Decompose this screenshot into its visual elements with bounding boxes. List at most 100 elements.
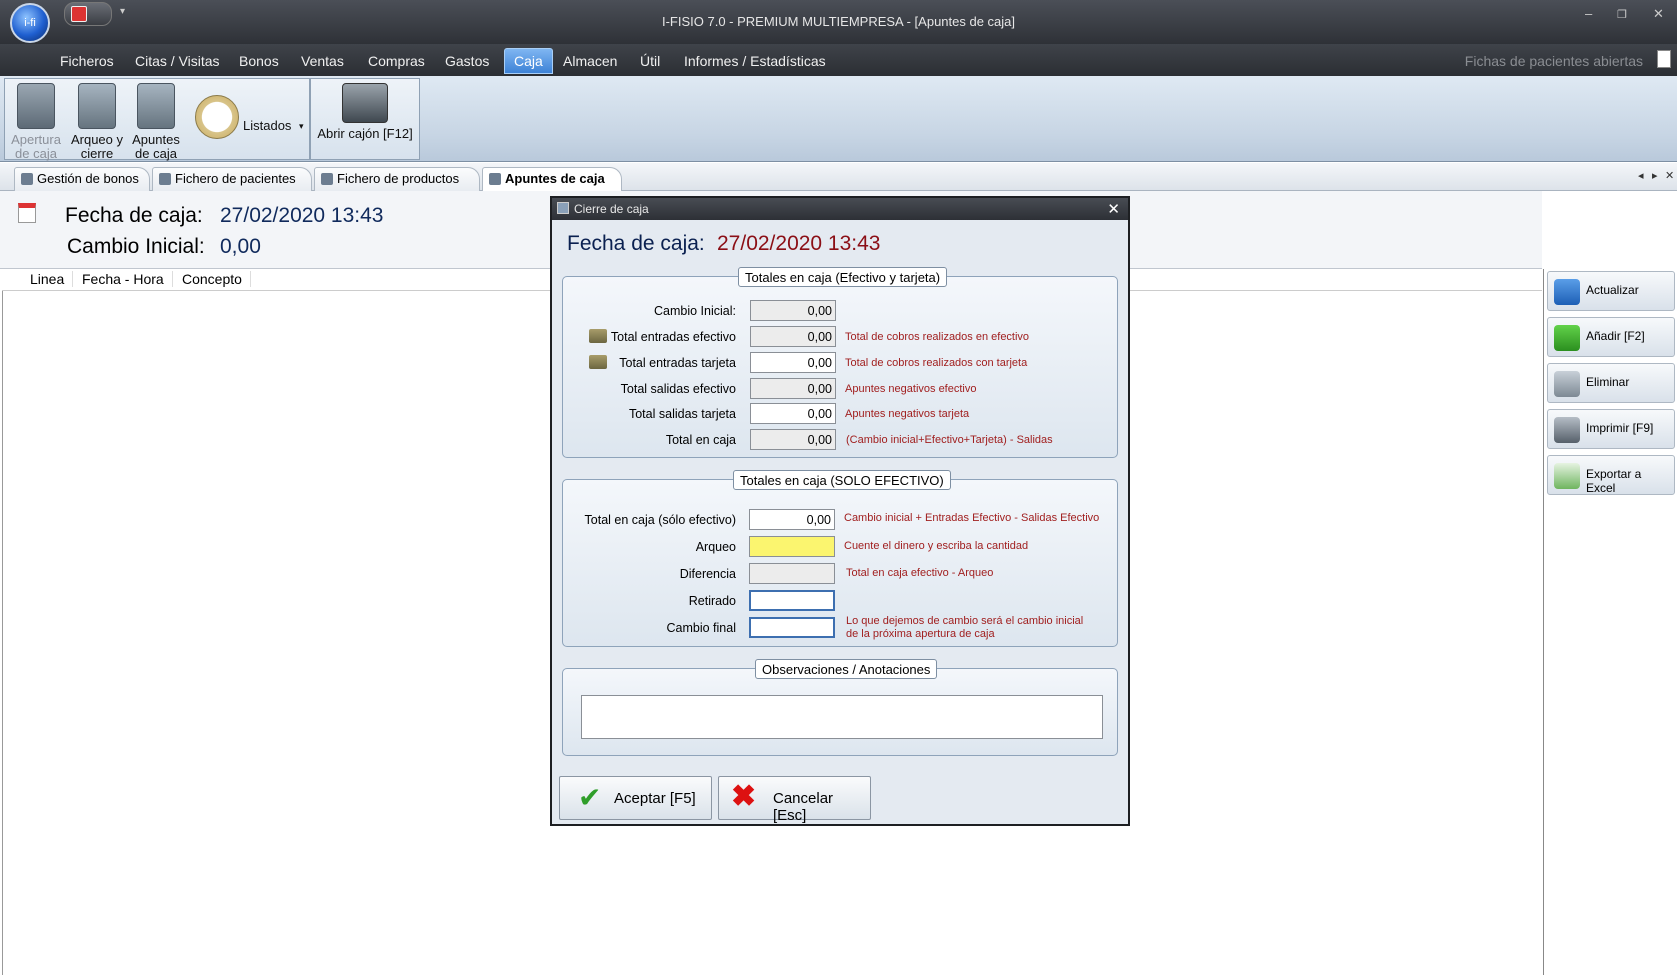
ribbon: Apertura de caja Arqueo y cierre Apuntes… xyxy=(0,76,1677,162)
menu-almacen[interactable]: Almacen xyxy=(563,53,617,69)
abrir-cajon-button[interactable]: Abrir cajón [F12] xyxy=(315,83,415,141)
menu-ventas[interactable]: Ventas xyxy=(301,53,344,69)
tab-fichero-pacientes[interactable]: Fichero de pacientes xyxy=(152,167,312,191)
tab-scroll-left-icon[interactable]: ◂ xyxy=(1638,169,1644,182)
tab-apuntes-caja[interactable]: Apuntes de caja xyxy=(482,167,622,191)
entradas-efectivo-label: Total entradas efectivo xyxy=(610,330,736,344)
add-icon xyxy=(1554,325,1580,351)
apertura-caja-label: Apertura de caja xyxy=(11,132,61,161)
dialog-close-icon[interactable]: ✕ xyxy=(1107,200,1120,218)
salidas-efectivo-hint: Apuntes negativos efectivo xyxy=(845,383,977,395)
apertura-caja-button[interactable]: Apertura de caja xyxy=(9,83,63,161)
entradas-tarjeta-field[interactable]: 0,00 xyxy=(750,352,836,373)
actualizar-label: Actualizar xyxy=(1586,283,1639,297)
refresh-icon xyxy=(1554,279,1580,305)
safe-check-icon xyxy=(78,83,116,129)
apuntes-caja-button[interactable]: Apuntes de caja xyxy=(129,83,183,161)
totales-efectivo-tarjeta-group: Totales en caja (Efectivo y tarjeta) Cam… xyxy=(562,267,1118,458)
group-legend: Totales en caja (Efectivo y tarjeta) xyxy=(738,267,948,287)
cambio-final-hint: Lo que dejemos de cambio será el cambio … xyxy=(846,615,1084,640)
salidas-tarjeta-hint: Apuntes negativos tarjeta xyxy=(845,408,970,420)
eliminar-button[interactable]: Eliminar xyxy=(1547,363,1675,403)
trash-icon xyxy=(1554,371,1580,397)
cash-register-icon xyxy=(342,83,388,123)
entradas-efectivo-hint: Total de cobros realizados en efectivo xyxy=(845,331,1030,343)
aceptar-button[interactable]: ✔ Aceptar [F5] xyxy=(559,776,712,820)
menu-informes[interactable]: Informes / Estadísticas xyxy=(684,53,826,69)
document-icon[interactable] xyxy=(1657,50,1671,68)
grid-border xyxy=(2,269,3,975)
fecha-caja-label: Fecha de caja: xyxy=(65,204,203,227)
retirado-label: Retirado xyxy=(688,594,736,608)
cierre-caja-dialog: Cierre de caja ✕ Fecha de caja: 27/02/20… xyxy=(550,196,1130,826)
close-window-icon[interactable]: ✕ xyxy=(1653,6,1664,22)
dialog-fecha-label: Fecha de caja: xyxy=(567,232,705,255)
cambio-inicial-field: 0,00 xyxy=(750,300,836,321)
total-caja-field: 0,00 xyxy=(750,429,836,450)
anadir-button[interactable]: Añadir [F2] xyxy=(1547,317,1675,357)
totales-solo-efectivo-group: Totales en caja (SOLO EFECTIVO) Total en… xyxy=(562,470,1118,647)
dialog-title-bar[interactable]: Cierre de caja ✕ xyxy=(552,198,1128,220)
check-icon: ✔ xyxy=(578,782,602,813)
tab-gestion-bonos[interactable]: Gestión de bonos xyxy=(14,167,150,191)
entradas-tarjeta-hint: Total de cobros realizados con tarjeta xyxy=(845,357,1028,369)
retirado-input[interactable] xyxy=(749,590,835,611)
restore-icon[interactable]: ❐ xyxy=(1617,8,1627,21)
salidas-efectivo-label: Total salidas efectivo xyxy=(620,382,736,396)
imprimir-label: Imprimir [F9] xyxy=(1586,421,1654,435)
cambio-final-input[interactable] xyxy=(749,617,835,638)
excel-icon xyxy=(1554,463,1580,489)
arqueo-input[interactable] xyxy=(749,536,835,557)
tab-fichero-productos[interactable]: Fichero de productos xyxy=(314,167,480,191)
exportar-excel-button[interactable]: Exportar a Excel xyxy=(1547,455,1675,495)
cambio-inicial-label: Cambio Inicial: xyxy=(654,304,736,318)
exportar-excel-label: Exportar a Excel xyxy=(1586,467,1642,495)
menu-bonos[interactable]: Bonos xyxy=(239,53,279,69)
ribbon-group-caja: Apertura de caja Arqueo y cierre Apuntes… xyxy=(4,78,310,161)
total-solo-efectivo-field: 0,00 xyxy=(749,509,835,530)
column-concepto[interactable]: Concepto xyxy=(182,271,251,287)
total-caja-label: Total en caja xyxy=(665,433,736,447)
menu-citas-visitas[interactable]: Citas / Visitas xyxy=(135,53,220,69)
actualizar-button[interactable]: Actualizar xyxy=(1547,271,1675,311)
menu-util[interactable]: Útil xyxy=(640,53,660,69)
open-patient-files-label[interactable]: Fichas de pacientes abiertas xyxy=(1465,53,1643,69)
menu-ficheros[interactable]: Ficheros xyxy=(60,53,114,69)
entradas-efectivo-field: 0,00 xyxy=(750,326,836,347)
tab-label: Gestión de bonos xyxy=(37,171,139,186)
salidas-tarjeta-label: Total salidas tarjeta xyxy=(628,407,736,421)
listados-button[interactable]: Listados ▾ xyxy=(187,79,307,159)
cambio-inicial-value: 0,00 xyxy=(220,235,261,258)
cancelar-button[interactable]: ✖ Cancelar [Esc] xyxy=(718,776,871,824)
menu-caja[interactable]: Caja xyxy=(504,48,553,74)
cancel-x-icon: ✖ xyxy=(731,780,757,813)
document-tabs: Gestión de bonos Fichero de pacientes Fi… xyxy=(0,163,1677,191)
observaciones-group: Observaciones / Anotaciones xyxy=(562,659,1118,756)
bonos-icon xyxy=(21,173,33,185)
observaciones-textarea[interactable] xyxy=(581,695,1103,739)
menu-gastos[interactable]: Gastos xyxy=(445,53,489,69)
ribbon-group-cajon: Abrir cajón [F12] xyxy=(310,78,420,160)
minimize-icon[interactable]: ‒ xyxy=(1585,6,1592,21)
salidas-tarjeta-field[interactable]: 0,00 xyxy=(750,403,836,424)
eliminar-label: Eliminar xyxy=(1586,375,1630,389)
total-solo-efectivo-label: Total en caja (sólo efectivo) xyxy=(584,513,736,527)
entradas-tarjeta-label: Total entradas tarjeta xyxy=(619,356,736,370)
action-sidebar: Actualizar Añadir [F2] Eliminar Imprimir… xyxy=(1543,269,1677,975)
tab-close-icon[interactable]: ✕ xyxy=(1665,169,1674,182)
arqueo-cierre-button[interactable]: Arqueo y cierre xyxy=(69,83,125,161)
safe-icon xyxy=(17,83,55,129)
window-title: I-FISIO 7.0 - PREMIUM MULTIEMPRESA - [Ap… xyxy=(661,14,1016,29)
fecha-caja-value: 27/02/2020 13:43 xyxy=(220,204,384,227)
column-fecha-hora[interactable]: Fecha - Hora xyxy=(82,271,173,287)
total-solo-efectivo-hint: Cambio inicial + Entradas Efectivo - Sal… xyxy=(844,512,1100,524)
tab-scroll-right-icon[interactable]: ▸ xyxy=(1652,169,1658,182)
clock-icon xyxy=(195,95,239,139)
imprimir-button[interactable]: Imprimir [F9] xyxy=(1547,409,1675,449)
menu-compras[interactable]: Compras xyxy=(368,53,425,69)
dialog-fecha-value: 27/02/2020 13:43 xyxy=(717,232,881,255)
arqueo-hint: Cuente el dinero y escriba la cantidad xyxy=(844,540,1029,552)
listados-dropdown-icon: ▾ xyxy=(299,121,304,131)
column-linea[interactable]: Linea xyxy=(30,271,74,287)
apuntes-caja-label: Apuntes de caja xyxy=(132,132,180,161)
